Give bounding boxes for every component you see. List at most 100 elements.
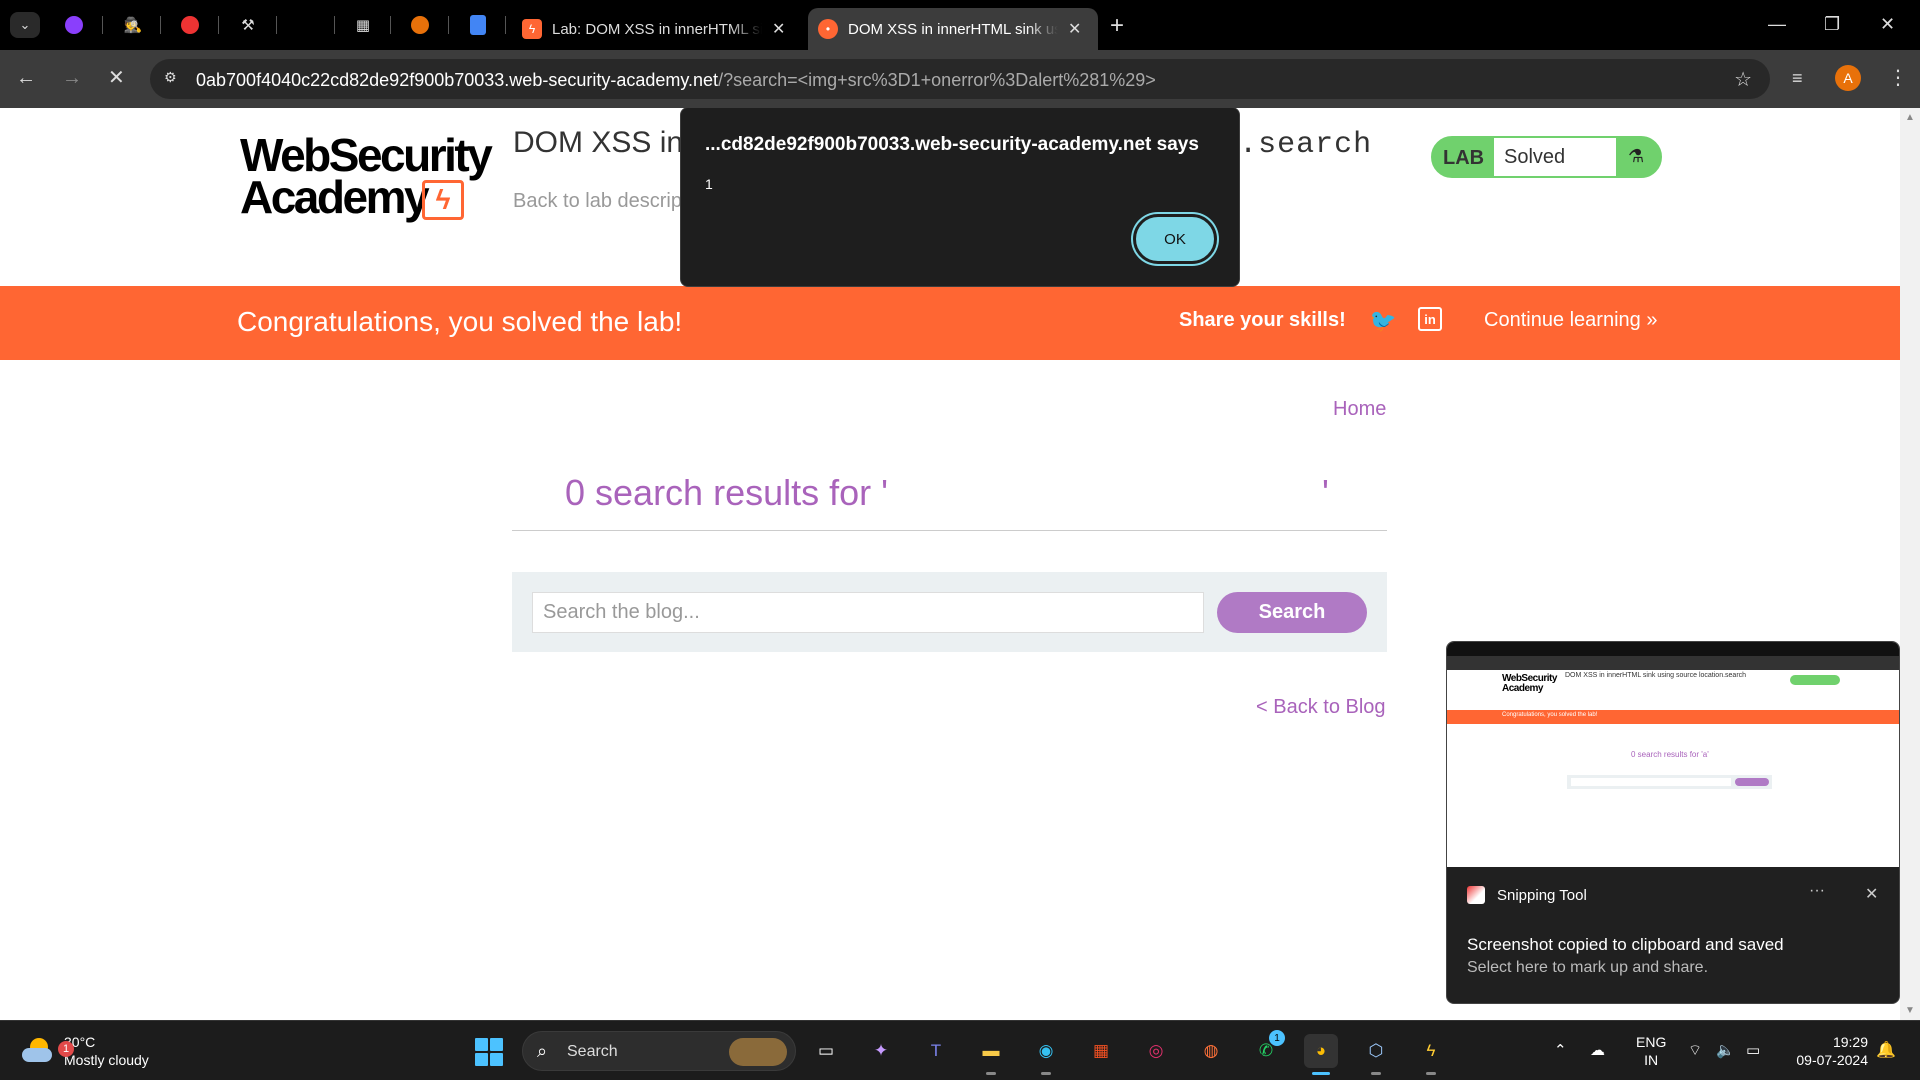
continue-learning-link[interactable]: Continue learning » <box>1484 309 1657 332</box>
running-indicator <box>1426 1072 1436 1075</box>
scroll-down-icon[interactable]: ▼ <box>1905 1005 1915 1016</box>
toast-app-name: Snipping Tool <box>1467 886 1587 904</box>
region-code: IN <box>1644 1052 1659 1068</box>
system-clock[interactable]: 19:29 09-07-2024 <box>1788 1033 1868 1069</box>
running-indicator <box>986 1072 996 1075</box>
copilot-icon[interactable]: ✦ <box>864 1034 898 1068</box>
onedrive-cloud-icon[interactable]: ☁ <box>1590 1041 1605 1059</box>
pinned-tab-red-circle-icon[interactable] <box>178 13 202 37</box>
search-button[interactable]: Search <box>1217 592 1367 633</box>
pinned-tab-image-icon[interactable]: ▦ <box>351 13 375 37</box>
search-results-close-quote: ' <box>1322 472 1329 513</box>
start-menu-icon[interactable] <box>475 1038 503 1066</box>
logo-line-1: WebSecurity <box>240 129 493 181</box>
alert-origin: ...cd82de92f900b70033.web-security-acade… <box>705 134 1199 155</box>
url-text[interactable]: 0ab700f4040c22cd82de92f900b70033.web-sec… <box>196 70 1156 91</box>
clock-date: 09-07-2024 <box>1796 1052 1868 1068</box>
tab-search-button[interactable]: ⌄ <box>10 12 40 38</box>
file-explorer-icon[interactable]: ▬ <box>974 1034 1008 1075</box>
show-hidden-icons-chevron-icon[interactable]: ⌃ <box>1554 1041 1567 1059</box>
close-window-icon[interactable]: ✕ <box>1880 14 1895 35</box>
running-indicator <box>1371 1072 1381 1075</box>
whatsapp-icon[interactable]: ✆ 1 <box>1249 1030 1285 1068</box>
pinned-tab-proton-icon[interactable] <box>62 13 86 37</box>
pinned-tab-docs-icon[interactable] <box>466 13 490 37</box>
preview-title-code: location.search <box>1698 672 1747 679</box>
preview-results: 0 search results for 'a' <box>1631 750 1709 759</box>
address-bar[interactable]: ⚙ 0ab700f4040c22cd82de92f900b70033.web-s… <box>150 59 1770 99</box>
volume-icon[interactable]: 🔈 <box>1716 1041 1735 1059</box>
menu-kebab-icon[interactable]: ⋮ <box>1888 66 1908 90</box>
blog-search-input[interactable]: Search the blog... <box>532 592 1204 633</box>
preview-banner: Congratulations, you solved the lab! <box>1447 710 1899 724</box>
burp-suite-icon[interactable]: ϟ <box>1414 1034 1448 1075</box>
input-language[interactable]: ENG IN <box>1636 1033 1666 1069</box>
lab-status-widget: LAB Solved ⚗ <box>1431 136 1662 178</box>
tab-lab-active[interactable]: • DOM XSS in innerHTML sink usi ✕ <box>808 8 1098 50</box>
tab-close-icon[interactable]: ✕ <box>1068 19 1081 39</box>
clock-time: 19:29 <box>1832 1034 1868 1050</box>
pinned-tab-info-icon[interactable] <box>408 13 432 37</box>
instagram-icon[interactable]: ◎ <box>1139 1034 1173 1068</box>
tab-separator <box>276 16 277 34</box>
pinned-tab-hacker-icon[interactable]: 🕵 <box>121 13 145 37</box>
blog-search-form: Search the blog... Search <box>512 572 1387 652</box>
flask-icon: ⚗ <box>1628 146 1645 166</box>
toast-more-options-icon[interactable]: ··· <box>1809 882 1825 900</box>
new-tab-button[interactable]: + <box>1110 12 1124 40</box>
home-link[interactable]: Home <box>1333 398 1386 421</box>
language-code: ENG <box>1636 1034 1667 1050</box>
teams-icon[interactable]: T <box>919 1034 953 1068</box>
task-view-icon[interactable]: ▭ <box>809 1034 843 1068</box>
search-icon: ⌕ <box>537 1041 548 1061</box>
stop-loading-icon[interactable]: ✕ <box>108 66 125 90</box>
tab-separator <box>160 16 161 34</box>
page-scrollbar[interactable]: ▲ ▼ <box>1900 108 1920 1020</box>
preview-banner-text: Congratulations, you solved the lab! <box>1502 712 1598 718</box>
profile-avatar[interactable]: A <box>1835 65 1861 91</box>
site-info-icon[interactable]: ⚙ <box>164 69 184 89</box>
microsoft-store-icon[interactable]: ▦ <box>1084 1034 1118 1068</box>
tab-title: DOM XSS in innerHTML sink usi <box>848 20 1058 38</box>
bookmark-star-icon[interactable]: ☆ <box>1734 67 1752 92</box>
tab-separator <box>218 16 219 34</box>
back-arrow-icon[interactable]: ← <box>16 66 36 90</box>
snipping-tool-notification[interactable]: WebSecurity Academy DOM XSS in innerHTML … <box>1446 641 1900 1004</box>
scroll-up-icon[interactable]: ▲ <box>1905 112 1915 123</box>
screenshot-preview[interactable]: WebSecurity Academy DOM XSS in innerHTML … <box>1447 642 1899 867</box>
taskbar-search-label: Search <box>567 1043 618 1060</box>
taskbar-search[interactable]: ⌕ Search <box>522 1031 796 1071</box>
congratulations-message: Congratulations, you solved the lab! <box>237 306 683 337</box>
media-controls-icon[interactable]: ≡ <box>1792 66 1803 90</box>
notification-bell-icon[interactable]: 🔔 <box>1876 1040 1896 1060</box>
virtualbox-icon[interactable]: ⬡ <box>1359 1034 1393 1075</box>
preview-search-button <box>1735 778 1769 786</box>
preview-logo-line-2: Academy <box>1502 683 1543 694</box>
results-divider <box>512 530 1387 531</box>
edge-icon[interactable]: ◉ <box>1029 1034 1063 1075</box>
running-indicator <box>1312 1072 1330 1075</box>
weather-widget[interactable]: 1 30°C Mostly cloudy <box>20 1033 149 1069</box>
running-indicator <box>1041 1072 1051 1075</box>
pinned-tab-tool-icon[interactable]: ⚒ <box>236 13 260 37</box>
forward-arrow-icon[interactable]: → <box>62 66 82 90</box>
tab-lab-description[interactable]: ϟ Lab: DOM XSS in innerHTML sink ✕ <box>512 8 802 50</box>
twitter-icon[interactable]: 🐦 <box>1369 308 1396 334</box>
toast-close-icon[interactable]: ✕ <box>1865 884 1878 904</box>
firefox-icon[interactable]: ◍ <box>1194 1034 1228 1068</box>
weather-description: Mostly cloudy <box>64 1052 149 1068</box>
restore-icon[interactable]: ❐ <box>1824 14 1840 35</box>
minimize-icon[interactable]: — <box>1768 14 1786 35</box>
chrome-icon[interactable]: ◕ <box>1304 1034 1338 1075</box>
web-security-academy-logo[interactable]: WebSecurity Academy ϟ <box>240 129 493 220</box>
whatsapp-badge: 1 <box>1269 1030 1285 1046</box>
wifi-icon[interactable]: ⌔ <box>1688 1041 1702 1060</box>
linkedin-icon[interactable]: in <box>1418 307 1442 331</box>
tab-separator <box>505 16 506 34</box>
battery-icon[interactable]: ▭ <box>1746 1041 1760 1059</box>
url-host: 0ab700f4040c22cd82de92f900b70033.web-sec… <box>196 70 719 90</box>
back-to-blog-link[interactable]: < Back to Blog <box>1256 696 1386 719</box>
alert-ok-button[interactable]: OK <box>1133 214 1217 264</box>
tab-close-icon[interactable]: ✕ <box>772 19 785 39</box>
preview-title: DOM XSS in innerHTML sink using source l… <box>1565 672 1746 679</box>
